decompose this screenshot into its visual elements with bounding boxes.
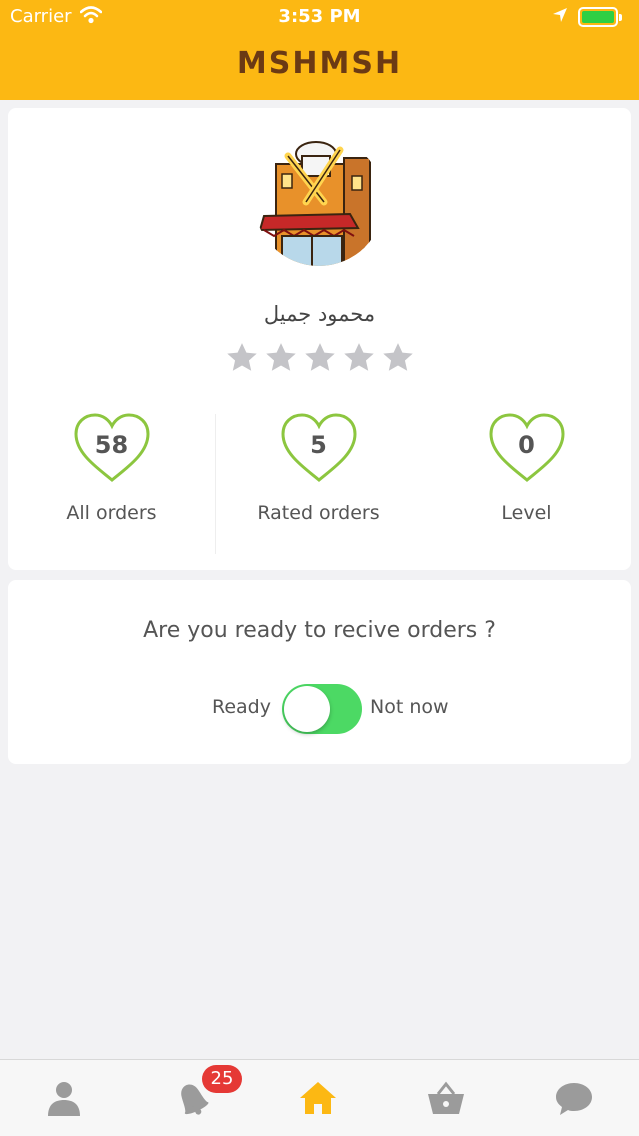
stat-all-orders: 58 All orders xyxy=(8,412,215,524)
stat-label: All orders xyxy=(66,502,157,524)
stat-level: 0 Level xyxy=(423,412,630,524)
basket-icon xyxy=(428,1081,464,1114)
ready-card: Are you ready to recive orders ? Ready N… xyxy=(8,580,631,764)
tab-home[interactable] xyxy=(298,1078,338,1118)
location-arrow-icon xyxy=(551,6,569,29)
clock: 3:53 PM xyxy=(278,6,361,27)
stat-label: Level xyxy=(501,502,552,524)
stat-value: 5 xyxy=(310,431,327,459)
profile-name: محمود جميل xyxy=(263,302,376,326)
app-title: MSHMSH xyxy=(236,46,403,81)
tab-profile[interactable] xyxy=(44,1078,84,1118)
stat-label: Rated orders xyxy=(257,502,380,524)
tab-chat[interactable] xyxy=(554,1078,594,1118)
home-icon xyxy=(300,1082,336,1114)
person-icon xyxy=(48,1082,80,1116)
ready-question: Are you ready to recive orders ? xyxy=(143,618,496,643)
rating-stars xyxy=(225,341,415,377)
battery-icon xyxy=(578,7,622,27)
status-bar: Carrier 3:53 PM xyxy=(0,0,639,34)
restaurant-avatar[interactable] xyxy=(254,136,384,266)
star-icon xyxy=(227,343,257,371)
heart-icon: 5 xyxy=(280,412,358,484)
profile-card: محمود جميل 58 All orders 5 Rated orders … xyxy=(8,108,631,570)
star-icon xyxy=(344,343,374,371)
tab-bar: 25 xyxy=(0,1059,639,1136)
toggle-knob xyxy=(284,686,330,732)
heart-icon: 0 xyxy=(488,412,566,484)
tab-basket[interactable] xyxy=(426,1078,466,1118)
ready-toggle[interactable] xyxy=(282,684,362,734)
star-icon xyxy=(305,343,335,371)
heart-icon: 58 xyxy=(73,412,151,484)
notification-badge: 25 xyxy=(202,1065,242,1093)
stat-value: 58 xyxy=(94,431,129,459)
chat-icon xyxy=(556,1083,592,1115)
not-now-label: Not now xyxy=(370,696,449,718)
stat-rated-orders: 5 Rated orders xyxy=(215,412,422,524)
ready-label: Ready xyxy=(212,696,271,718)
star-icon xyxy=(266,343,296,371)
stat-value: 0 xyxy=(518,431,535,459)
star-icon xyxy=(383,343,413,371)
top-bar: Carrier 3:53 PM MSHMSH xyxy=(0,0,639,100)
